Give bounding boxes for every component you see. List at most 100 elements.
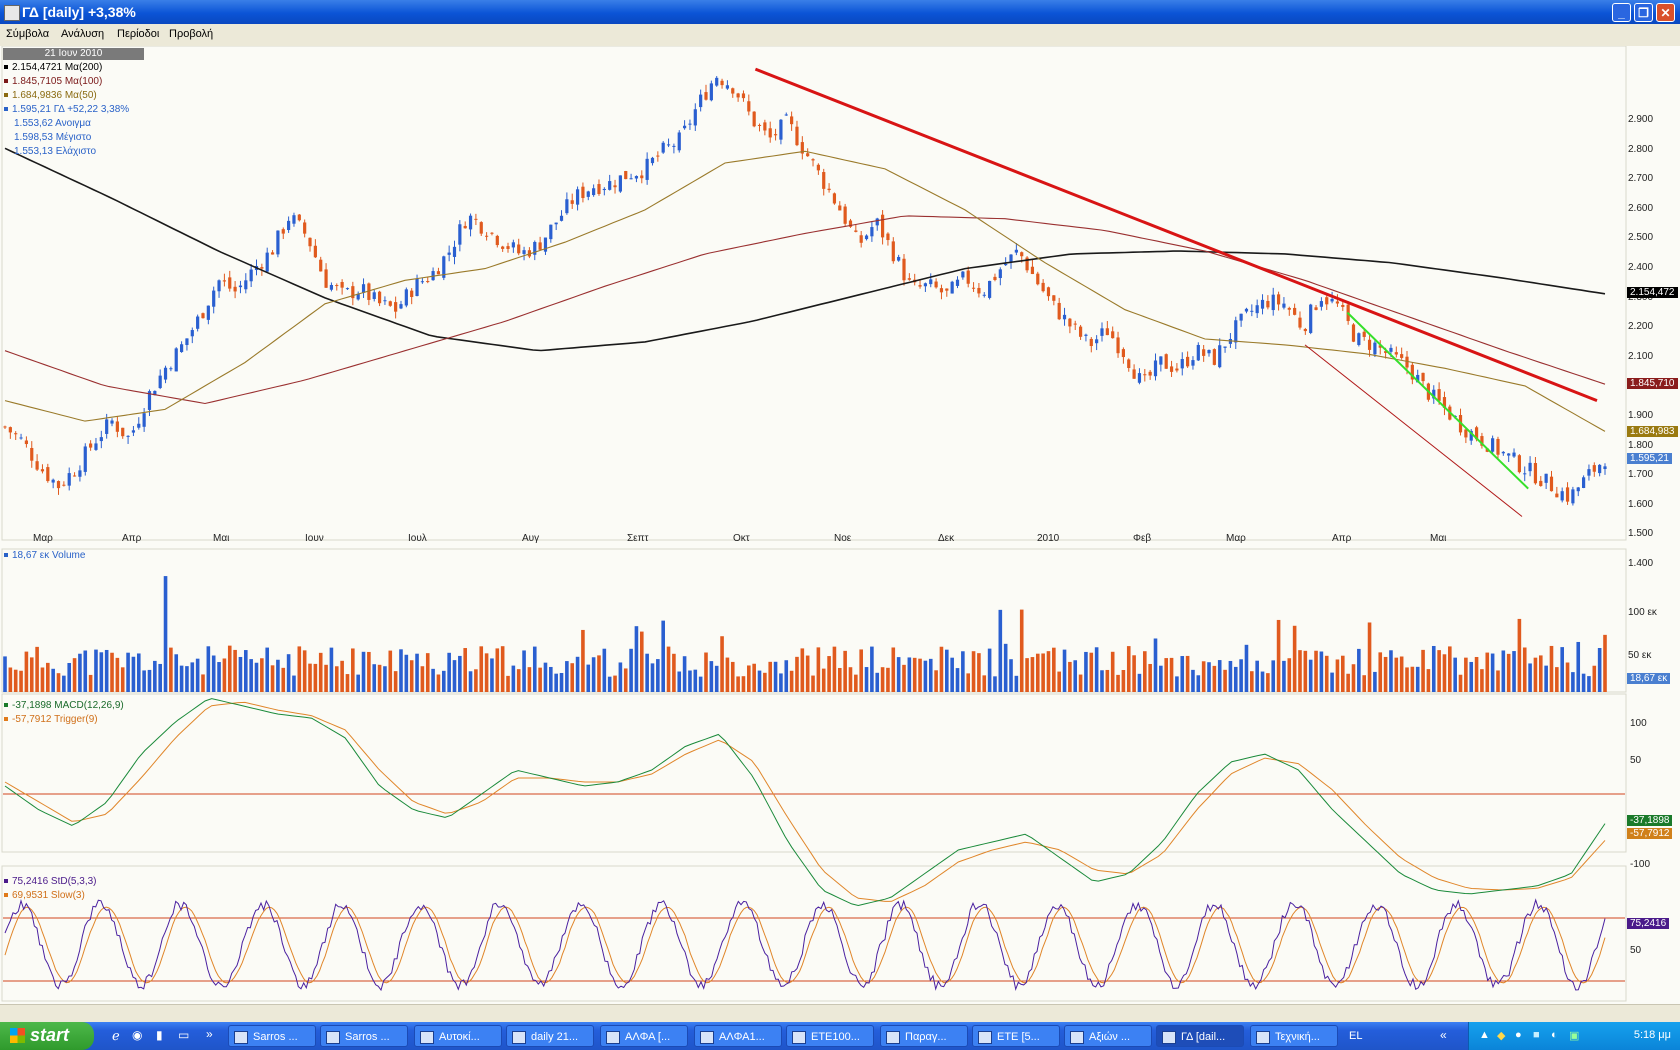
volume-bar: [94, 649, 98, 692]
browser-icon[interactable]: ◉: [132, 1028, 142, 1042]
candle-body: [699, 94, 703, 108]
candle-body: [468, 215, 473, 230]
volume-bar: [345, 674, 350, 692]
taskbar-item[interactable]: ΓΔ [dail...: [1156, 1025, 1244, 1047]
tray-shield-icon[interactable]: ●: [1515, 1029, 1522, 1041]
ie-icon[interactable]: ℯ: [112, 1028, 120, 1044]
candle-body: [1523, 473, 1527, 475]
taskbar-item[interactable]: Sarros ...: [228, 1025, 316, 1047]
candle-body: [142, 413, 146, 427]
taskbar-item[interactable]: ΕΤΕ [5...: [972, 1025, 1060, 1047]
volume-bar: [907, 657, 912, 692]
tray-volume-icon[interactable]: ◐: [1551, 1029, 1558, 1041]
tray-monitor-icon[interactable]: ▣: [1569, 1029, 1579, 1042]
tray-security-icon[interactable]: ◆: [1497, 1029, 1505, 1042]
desktop-icon[interactable]: ▭: [178, 1028, 189, 1042]
volume-bar: [88, 674, 93, 692]
volume-bar: [222, 658, 227, 692]
volume-bar: [1217, 660, 1222, 692]
taskbar-item[interactable]: Sarros ...: [320, 1025, 408, 1047]
price-axis-label: 2.700: [1628, 173, 1654, 185]
start-button[interactable]: start: [0, 1022, 94, 1050]
candle-body: [870, 227, 874, 237]
candle-body: [672, 145, 676, 147]
language-indicator[interactable]: EL: [1349, 1030, 1362, 1042]
volume-bar: [816, 647, 821, 692]
menu-analysis[interactable]: Ανάλυση: [61, 28, 104, 40]
volume-bar: [1255, 660, 1259, 692]
candle-body: [731, 88, 735, 94]
menu-view[interactable]: Προβολή: [169, 28, 213, 40]
volume-bar: [29, 657, 34, 692]
volume-bar: [1185, 655, 1190, 692]
horizontal-scrollbar[interactable]: [0, 1004, 1680, 1022]
candle-body: [1164, 354, 1168, 369]
candle-body: [768, 128, 772, 138]
info-ma50: 1.684,9836 Mα(50): [4, 90, 97, 101]
menu-periods[interactable]: Περίοδοι: [117, 28, 159, 40]
taskbar-item[interactable]: Αξιών ...: [1064, 1025, 1152, 1047]
clock[interactable]: 5:18 μμ: [1634, 1029, 1671, 1041]
candle-body: [886, 233, 890, 241]
trigger-line: [4, 701, 1606, 902]
tray-expand-icon[interactable]: «: [1440, 1028, 1447, 1042]
minimize-button[interactable]: _: [1612, 3, 1631, 22]
taskbar-item[interactable]: Παραγ...: [880, 1025, 968, 1047]
candle-body: [196, 316, 200, 329]
volume-bar: [554, 673, 558, 692]
candle-body: [78, 470, 82, 477]
stoch-label-text: 75,2416 StD(5,3,3): [12, 876, 97, 887]
tray-network-icon[interactable]: ▲: [1479, 1029, 1490, 1041]
candle-body: [238, 285, 243, 288]
candle-body: [287, 220, 291, 231]
taskbar-window-icon: [886, 1031, 900, 1044]
media-icon[interactable]: ▮: [156, 1028, 163, 1042]
restore-button[interactable]: ❐: [1634, 3, 1653, 22]
candle-body: [324, 269, 328, 288]
taskbar-item[interactable]: Τεχνική...: [1250, 1025, 1338, 1047]
volume-bar: [1351, 664, 1356, 692]
volume-bar: [436, 674, 441, 692]
volume-bar: [1464, 657, 1468, 692]
chart-area[interactable]: [0, 46, 1680, 1006]
taskbar-window-icon: [978, 1031, 992, 1044]
taskbar-window-icon: [792, 1031, 806, 1044]
tray-app-icon[interactable]: ■: [1533, 1029, 1540, 1041]
candle-body: [1137, 373, 1142, 383]
taskbar-item[interactable]: daily 21...: [506, 1025, 594, 1047]
volume-bar: [1250, 671, 1254, 692]
volume-bar: [565, 661, 569, 692]
candle-body: [950, 281, 954, 294]
price-axis-label: 1.900: [1628, 410, 1654, 421]
menu-symbols[interactable]: Σύμβολα: [6, 28, 49, 40]
volume-bar: [1271, 660, 1276, 692]
volume-bar: [1196, 675, 1201, 692]
taskbar-item-label: ΑΛΦΑ [...: [625, 1031, 671, 1043]
month-label: 2010: [1037, 533, 1060, 544]
chart-canvas[interactable]: [0, 46, 1680, 1006]
volume-bar: [1555, 667, 1559, 692]
volume-bar: [1030, 657, 1035, 692]
taskbar-item[interactable]: ΕΤΕ100...: [786, 1025, 874, 1047]
candle-body: [1089, 338, 1093, 347]
month-label: Δεκ: [938, 533, 955, 544]
volume-bar: [591, 657, 596, 692]
volume-bar: [479, 646, 484, 692]
taskbar-item[interactable]: ΑΛΦΑ [...: [600, 1025, 688, 1047]
volume-bar: [308, 663, 312, 692]
quicklaunch-more-icon[interactable]: »: [206, 1027, 213, 1041]
slow-label: 69,9531 Slow(3): [4, 890, 85, 901]
candle-body: [806, 153, 810, 157]
volume-bar: [1121, 669, 1126, 692]
volume-bar: [522, 650, 526, 692]
candle-body: [677, 132, 681, 151]
candle-body: [163, 367, 168, 380]
candle-body: [1491, 438, 1495, 452]
close-button[interactable]: ✕: [1656, 3, 1675, 22]
tag-close: 1.595,21: [1627, 453, 1672, 464]
taskbar-item[interactable]: Αυτοκί...: [414, 1025, 502, 1047]
volume-bar: [1421, 649, 1425, 692]
candle-body: [1111, 331, 1115, 339]
taskbar-item[interactable]: ΑΛΦΑ1...: [694, 1025, 782, 1047]
candle-body: [89, 443, 93, 448]
